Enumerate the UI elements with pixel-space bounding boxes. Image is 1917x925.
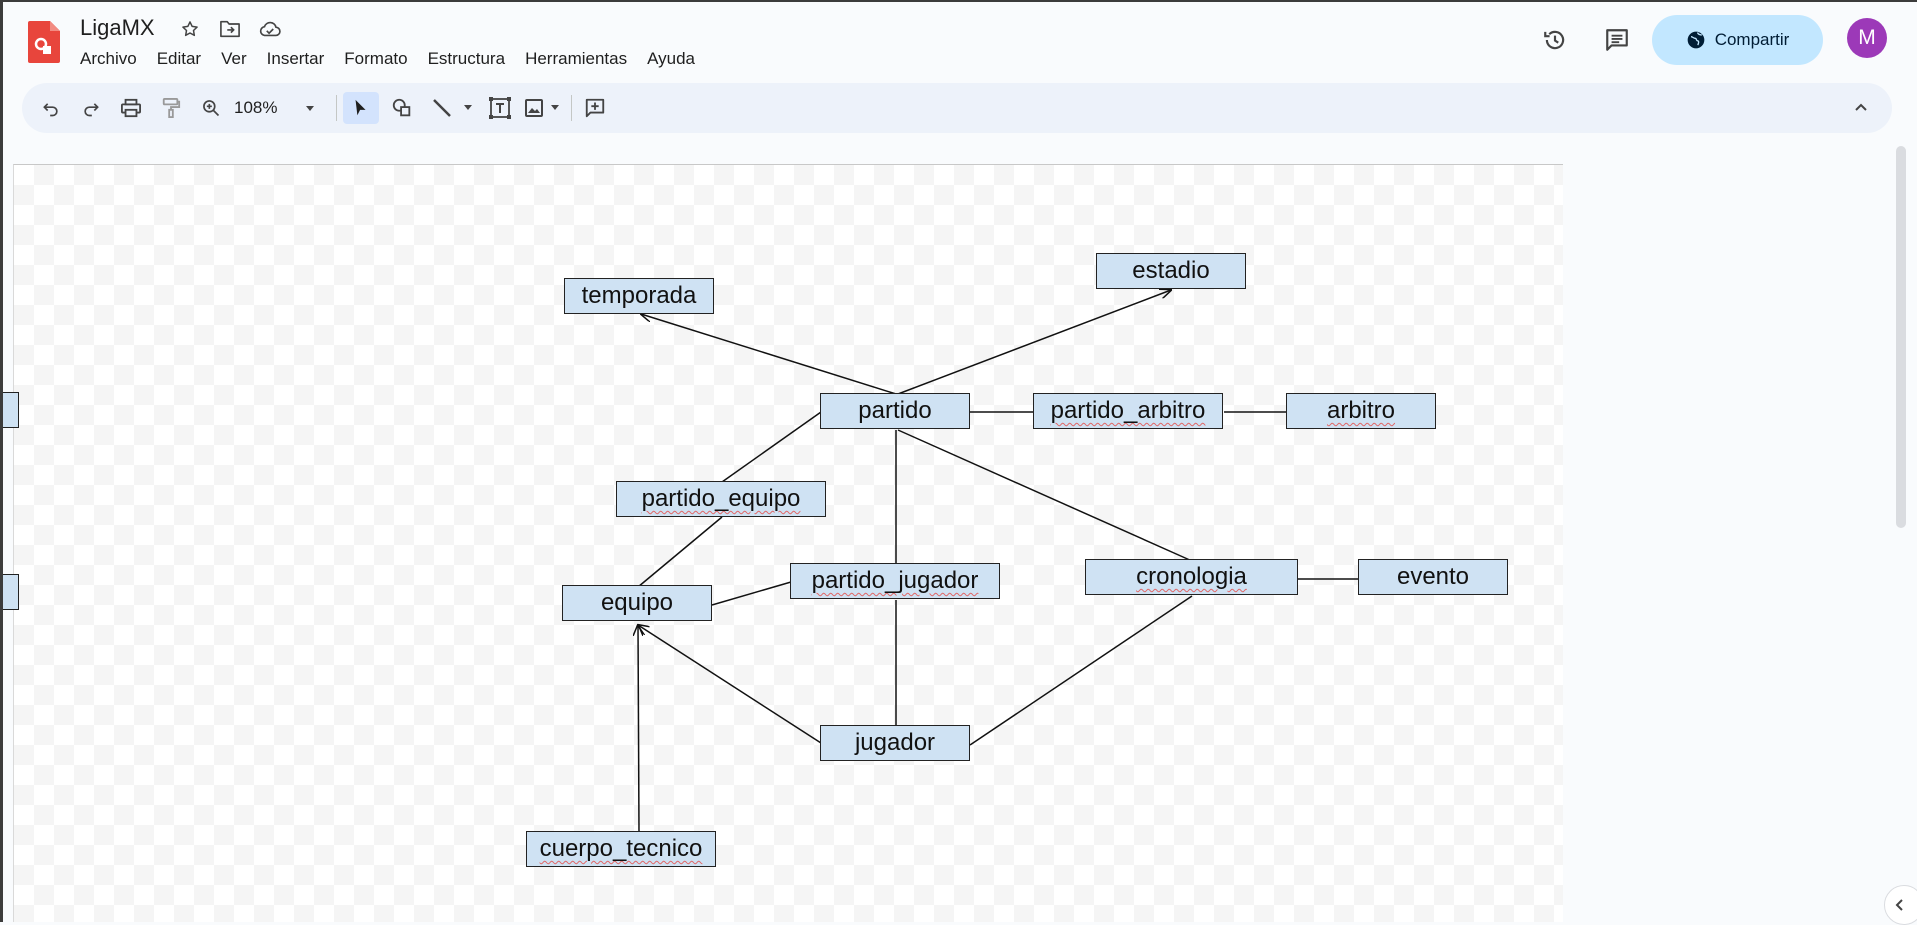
toolbar-divider [336, 95, 337, 121]
connector-jugador-equipo [638, 625, 822, 744]
shape-tool-icon[interactable] [385, 92, 419, 124]
zoom-icon[interactable] [196, 92, 226, 124]
move-to-folder-icon[interactable] [216, 15, 244, 43]
star-icon[interactable] [176, 15, 204, 43]
menu-estructura[interactable]: Estructura [420, 47, 513, 71]
drawing-canvas[interactable]: temporada estadio partido partido_arbitr… [3, 164, 1563, 922]
node-label: partido_arbitro [1050, 397, 1206, 424]
node-label: cronologia [1136, 563, 1247, 590]
node-cronologia[interactable]: cronologia [1085, 559, 1298, 595]
menu-archivo[interactable]: Archivo [72, 47, 145, 71]
connector-partido-partido-equipo [721, 411, 822, 483]
vertical-scrollbar[interactable] [1896, 146, 1906, 528]
node-label: arbitro [1326, 397, 1396, 424]
node-arbitro[interactable]: arbitro [1286, 393, 1436, 429]
node-evento[interactable]: evento [1358, 559, 1508, 595]
node-equipo[interactable]: equipo [562, 585, 712, 621]
menu-herramientas[interactable]: Herramientas [517, 47, 635, 71]
node-partido[interactable]: partido [820, 393, 970, 429]
collapse-toolbar-icon[interactable] [1844, 92, 1878, 124]
connector-partido-estadio [897, 290, 1171, 395]
side-panel-toggle[interactable] [1884, 885, 1917, 925]
paint-format-icon[interactable] [156, 92, 186, 124]
document-title[interactable]: LigaMX [80, 15, 155, 41]
menu-insertar[interactable]: Insertar [259, 47, 333, 71]
node-label: cuerpo_tecnico [539, 835, 703, 862]
redo-icon[interactable] [76, 92, 106, 124]
menu-formato[interactable]: Formato [336, 47, 415, 71]
avatar[interactable]: M [1847, 18, 1887, 58]
node-label: partido_equipo [641, 485, 801, 512]
node-partido-arbitro[interactable]: partido_arbitro [1033, 393, 1223, 429]
chevron-down-icon [306, 106, 314, 111]
menu-ver[interactable]: Ver [213, 47, 255, 71]
toolbar-divider [571, 95, 572, 121]
chevron-left-icon [1895, 899, 1903, 911]
offscreen-node-stub[interactable] [3, 574, 19, 610]
node-partido-equipo[interactable]: partido_equipo [616, 481, 826, 517]
undo-icon[interactable] [36, 92, 66, 124]
globe-icon [1687, 31, 1705, 49]
node-estadio[interactable]: estadio [1096, 253, 1246, 289]
zoom-value: 108% [234, 98, 278, 117]
add-comment-icon[interactable] [578, 92, 612, 124]
toolbar: 108% [22, 83, 1892, 133]
node-partido-jugador[interactable]: partido_jugador [790, 563, 1000, 599]
connector-cronologia-jugador [969, 595, 1193, 746]
connector-partido-equipo-equipo [637, 516, 723, 588]
node-jugador[interactable]: jugador [820, 725, 970, 761]
zoom-select[interactable]: 108% [234, 92, 324, 124]
connector-equipo-partido-jugador [711, 581, 792, 606]
image-insert-icon[interactable] [521, 92, 567, 124]
connector-partido-cronologia [897, 429, 1193, 562]
node-temporada[interactable]: temporada [564, 278, 714, 314]
version-history-icon[interactable] [1533, 18, 1577, 62]
text-box-icon[interactable] [483, 92, 517, 124]
share-button-label: Compartir [1714, 30, 1790, 49]
print-icon[interactable] [116, 92, 146, 124]
menu-bar: Archivo Editar Ver Insertar Formato Estr… [72, 47, 707, 71]
diagram-connectors [3, 164, 1359, 833]
node-cuerpo-tecnico[interactable]: cuerpo_tecnico [526, 831, 716, 867]
offscreen-node-stub[interactable] [3, 392, 19, 428]
cloud-saved-icon[interactable] [256, 15, 284, 43]
comments-icon[interactable] [1595, 18, 1639, 62]
share-button[interactable]: Compartir [1652, 15, 1823, 65]
window-frame-top [0, 0, 1917, 2]
menu-editar[interactable]: Editar [149, 47, 209, 71]
node-label: partido_jugador [811, 567, 979, 594]
select-tool-icon[interactable] [343, 92, 379, 124]
menu-ayuda[interactable]: Ayuda [639, 47, 703, 71]
line-tool-icon[interactable] [427, 92, 477, 124]
connector-cuerpo-tecnico-equipo [638, 625, 639, 833]
connector-partido-temporada [641, 314, 897, 395]
drawings-app-icon[interactable] [28, 21, 60, 63]
